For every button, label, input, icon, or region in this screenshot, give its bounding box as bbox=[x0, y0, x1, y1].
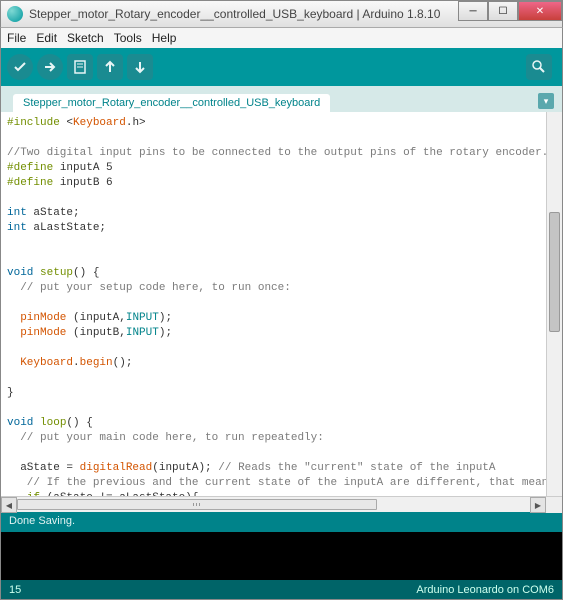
status-message: Done Saving. bbox=[9, 515, 75, 527]
menu-sketch[interactable]: Sketch bbox=[67, 31, 104, 45]
maximize-button[interactable]: ☐ bbox=[488, 1, 518, 21]
tab-menu-button[interactable]: ▾ bbox=[538, 93, 554, 109]
upload-button[interactable] bbox=[37, 54, 63, 80]
line-number: 15 bbox=[9, 584, 21, 596]
code-editor[interactable]: #include <Keyboard.h> //Two digital inpu… bbox=[1, 112, 562, 496]
bottom-bar: 15 Arduino Leonardo on COM6 bbox=[0, 580, 563, 600]
check-icon bbox=[12, 59, 28, 75]
vertical-scrollbar-thumb[interactable] bbox=[549, 212, 560, 332]
new-button[interactable] bbox=[67, 54, 93, 80]
hscroll-track[interactable] bbox=[17, 499, 530, 510]
menu-tools[interactable]: Tools bbox=[114, 31, 142, 45]
menu-edit[interactable]: Edit bbox=[36, 31, 57, 45]
menubar: File Edit Sketch Tools Help bbox=[0, 28, 563, 48]
hscroll-thumb[interactable] bbox=[17, 499, 377, 510]
arrow-right-icon bbox=[42, 59, 58, 75]
scrollbar-corner bbox=[546, 497, 562, 513]
menu-help[interactable]: Help bbox=[152, 31, 177, 45]
arrow-down-icon bbox=[132, 59, 148, 75]
close-button[interactable]: ✕ bbox=[518, 1, 562, 21]
menu-file[interactable]: File bbox=[7, 31, 26, 45]
serial-monitor-icon bbox=[531, 59, 547, 75]
open-button[interactable] bbox=[97, 54, 123, 80]
file-icon bbox=[72, 59, 88, 75]
hscroll-left-button[interactable]: ◀ bbox=[1, 497, 17, 513]
hscroll-grip-icon bbox=[193, 503, 201, 506]
tabbar: Stepper_motor_Rotary_encoder__controlled… bbox=[0, 86, 563, 112]
hscroll-right-button[interactable]: ▶ bbox=[530, 497, 546, 513]
save-button[interactable] bbox=[127, 54, 153, 80]
window-title: Stepper_motor_Rotary_encoder__controlled… bbox=[29, 7, 458, 21]
window-titlebar: Stepper_motor_Rotary_encoder__controlled… bbox=[0, 0, 563, 28]
toolbar bbox=[0, 48, 563, 86]
board-port: Arduino Leonardo on COM6 bbox=[416, 584, 554, 596]
status-bar: Done Saving. bbox=[0, 512, 563, 532]
arrow-up-icon bbox=[102, 59, 118, 75]
vertical-scrollbar[interactable] bbox=[546, 112, 562, 496]
horizontal-scrollbar[interactable]: ◀ ▶ bbox=[1, 496, 562, 512]
verify-button[interactable] bbox=[7, 54, 33, 80]
arduino-app-icon bbox=[7, 6, 23, 22]
console-output[interactable] bbox=[0, 532, 563, 580]
tab-main[interactable]: Stepper_motor_Rotary_encoder__controlled… bbox=[13, 94, 330, 112]
editor-area: #include <Keyboard.h> //Two digital inpu… bbox=[0, 112, 563, 512]
minimize-button[interactable]: ─ bbox=[458, 1, 488, 21]
serial-monitor-button[interactable] bbox=[526, 54, 552, 80]
